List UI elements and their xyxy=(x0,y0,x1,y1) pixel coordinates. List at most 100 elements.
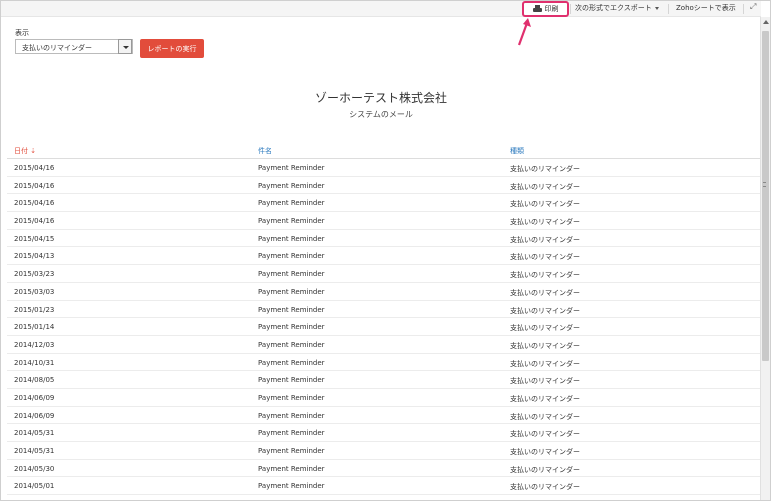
cell-type: 支払いのリマインダー xyxy=(510,235,580,244)
cell-date: 2015/03/23 xyxy=(14,270,55,279)
cell-date: 2015/01/14 xyxy=(14,323,55,332)
cell-subject: Payment Reminder xyxy=(258,411,325,420)
cell-type: 支払いのリマインダー xyxy=(510,465,580,474)
column-header-date[interactable]: 日付 ⇣ xyxy=(14,146,36,156)
annotation-arrow-icon xyxy=(517,18,531,46)
table-header: 日付 ⇣ 件名 種類 xyxy=(7,141,761,159)
table-row[interactable]: 2014/06/09 Payment Reminder 支払いのリマインダー xyxy=(7,389,761,407)
cell-type: 支払いのリマインダー xyxy=(510,359,580,368)
cell-subject: Payment Reminder xyxy=(258,164,325,172)
cell-type: 支払いのリマインダー xyxy=(510,394,580,403)
export-label: 次の形式でエクスポート xyxy=(575,4,652,12)
expand-icon[interactable]: ⤢ xyxy=(750,2,756,12)
report-type-select[interactable]: 支払いのリマインダー xyxy=(15,39,133,54)
cell-subject: Payment Reminder xyxy=(258,181,325,190)
table-row[interactable]: 2015/01/14 Payment Reminder 支払いのリマインダー xyxy=(7,318,761,336)
vertical-scrollbar[interactable] xyxy=(760,17,770,500)
column-header-type[interactable]: 種類 xyxy=(510,146,524,156)
cell-type: 支払いのリマインダー xyxy=(510,200,580,209)
table-row[interactable]: 2014/06/09 Payment Reminder 支払いのリマインダー xyxy=(7,407,761,425)
cell-date: 2015/04/16 xyxy=(14,217,55,226)
chevron-down-icon xyxy=(654,6,659,10)
cell-type: 支払いのリマインダー xyxy=(510,271,580,280)
cell-type: 支払いのリマインダー xyxy=(510,182,580,191)
cell-date: 2015/04/16 xyxy=(14,199,55,208)
cell-date: 2014/10/31 xyxy=(14,358,55,367)
table-row[interactable]: 2015/03/23 Payment Reminder 支払いのリマインダー xyxy=(7,265,761,283)
cell-date: 2015/04/16 xyxy=(14,164,55,172)
cell-date: 2014/05/30 xyxy=(14,464,55,473)
cell-subject: Payment Reminder xyxy=(258,482,325,491)
cell-type: 支払いのリマインダー xyxy=(510,412,580,421)
cell-subject: Payment Reminder xyxy=(258,447,325,455)
cell-subject: Payment Reminder xyxy=(258,393,325,402)
view-in-zoho-sheet-link[interactable]: Zohoシートで表示 xyxy=(676,3,736,13)
scroll-grip-icon xyxy=(763,182,766,187)
toolbar-divider xyxy=(743,4,744,14)
cell-date: 2014/06/09 xyxy=(14,411,55,420)
toolbar-divider xyxy=(668,4,669,14)
cell-date: 2014/08/05 xyxy=(14,376,55,385)
table-row[interactable]: 2014/05/31 Payment Reminder 支払いのリマインダー xyxy=(7,442,761,460)
toolbar-divider xyxy=(570,4,571,14)
table-row[interactable]: 2015/04/16 Payment Reminder 支払いのリマインダー xyxy=(7,212,761,230)
cell-type: 支払いのリマインダー xyxy=(510,430,580,439)
cell-subject: Payment Reminder xyxy=(258,287,325,296)
report-table: 日付 ⇣ 件名 種類 2015/04/16 Payment Reminder 支払い… xyxy=(7,141,761,496)
report-subtitle: システムのメール xyxy=(349,110,413,119)
table-row[interactable]: 2014/12/03 Payment Reminder 支払いのリマインダー xyxy=(7,336,761,354)
cell-type: 支払いのリマインダー xyxy=(510,341,580,350)
scrollbar-thumb[interactable] xyxy=(762,31,769,361)
cell-type: 支払いのリマインダー xyxy=(510,218,580,227)
cell-subject: Payment Reminder xyxy=(258,252,325,261)
cell-date: 2014/05/31 xyxy=(14,429,55,438)
table-row[interactable]: 2014/05/01 Payment Reminder 支払いのリマインダー xyxy=(7,477,761,496)
cell-type: 支払いのリマインダー xyxy=(510,253,580,262)
select-value: 支払いのリマインダー xyxy=(22,44,92,52)
cell-type: 支払いのリマインダー xyxy=(510,448,580,456)
table-row[interactable]: 2015/04/13 Payment Reminder 支払いのリマインダー xyxy=(7,247,761,266)
table-row[interactable]: 2014/05/30 Payment Reminder 支払いのリマインダー xyxy=(7,460,761,478)
cell-subject: Payment Reminder xyxy=(258,305,325,314)
scroll-up-icon[interactable] xyxy=(763,20,769,24)
table-row[interactable]: 2015/04/16 Payment Reminder 支払いのリマインダー xyxy=(7,159,761,177)
cell-subject: Payment Reminder xyxy=(258,323,325,332)
cell-subject: Payment Reminder xyxy=(258,464,325,473)
cell-type: 支払いのリマインダー xyxy=(510,324,580,333)
table-row[interactable]: 2014/08/05 Payment Reminder 支払いのリマインダー xyxy=(7,371,761,389)
table-row[interactable]: 2015/04/16 Payment Reminder 支払いのリマインダー xyxy=(7,194,761,213)
cell-subject: Payment Reminder xyxy=(258,429,325,438)
sort-desc-icon: ⇣ xyxy=(30,147,37,155)
column-header-subject[interactable]: 件名 xyxy=(258,146,272,156)
cell-date: 2014/05/31 xyxy=(14,447,55,455)
cell-date: 2015/01/23 xyxy=(14,305,55,314)
cell-subject: Payment Reminder xyxy=(258,340,325,349)
cell-subject: Payment Reminder xyxy=(258,199,325,208)
cell-date: 2014/06/09 xyxy=(14,393,55,402)
cell-subject: Payment Reminder xyxy=(258,217,325,226)
cell-date: 2015/04/13 xyxy=(14,252,55,261)
report-window: 印刷 次の形式でエクスポート Zohoシートで表示 ⤢ 表示 支払いのリマインダ… xyxy=(0,0,771,501)
cell-date: 2014/12/03 xyxy=(14,340,55,349)
cell-subject: Payment Reminder xyxy=(258,234,325,243)
table-body: 2015/04/16 Payment Reminder 支払いのリマインダー 2015… xyxy=(7,159,761,496)
cell-type: 支払いのリマインダー xyxy=(510,306,580,315)
cell-subject: Payment Reminder xyxy=(258,376,325,385)
table-row[interactable]: 2014/05/31 Payment Reminder 支払いのリマインダー xyxy=(7,424,761,442)
print-label: 印刷 xyxy=(544,5,559,13)
printer-icon xyxy=(532,5,542,13)
dropdown-arrow-icon[interactable] xyxy=(118,39,132,54)
table-row[interactable]: 2015/01/23 Payment Reminder 支払いのリマインダー xyxy=(7,301,761,319)
table-row[interactable]: 2014/10/31 Payment Reminder 支払いのリマインダー xyxy=(7,354,761,372)
cell-type: 支払いのリマインダー xyxy=(510,288,580,297)
table-row[interactable]: 2015/04/16 Payment Reminder 支払いのリマインダー xyxy=(7,177,761,195)
table-row[interactable]: 2015/04/15 Payment Reminder 支払いのリマインダー xyxy=(7,230,761,248)
cell-subject: Payment Reminder xyxy=(258,358,325,367)
run-report-button[interactable]: レポートの実行 xyxy=(140,39,204,58)
export-dropdown[interactable]: 次の形式でエクスポート xyxy=(575,3,659,13)
cell-date: 2015/04/16 xyxy=(14,181,55,190)
table-row[interactable]: 2015/03/03 Payment Reminder 支払いのリマインダー xyxy=(7,283,761,301)
company-name: ゾーホーテスト株式会社 xyxy=(314,91,447,105)
print-button[interactable]: 印刷 xyxy=(522,1,569,17)
cell-type: 支払いのリマインダー xyxy=(510,165,580,173)
